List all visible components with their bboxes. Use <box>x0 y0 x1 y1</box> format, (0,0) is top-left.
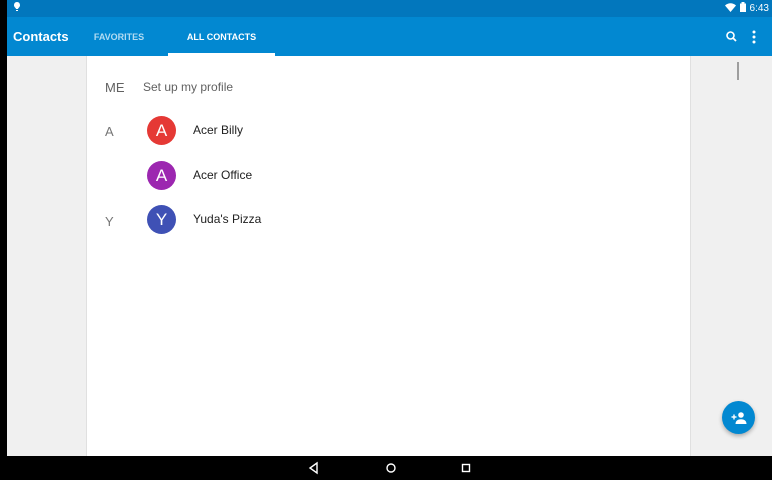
recents-button[interactable] <box>458 460 474 476</box>
status-icons: 6:43 <box>724 2 769 15</box>
profile-section-label: ME <box>105 80 125 95</box>
back-icon <box>308 461 318 475</box>
contact-item[interactable]: A Acer Billy <box>147 116 447 148</box>
status-time: 6:43 <box>749 2 769 14</box>
contacts-list: ME Set up my profile A A Acer Billy A Ac… <box>86 56 691 456</box>
app-bar: Contacts FAVORITES ALL CONTACTS <box>7 17 772 56</box>
avatar: Y <box>147 205 176 234</box>
app-title: Contacts <box>13 29 69 44</box>
battery-icon <box>739 2 746 15</box>
device-frame: 6:43 Contacts FAVORITES ALL CONTACTS ME <box>0 0 772 480</box>
section-letter-y: Y <box>105 214 114 229</box>
recents-icon <box>461 463 471 473</box>
add-contact-button[interactable] <box>722 401 755 434</box>
navigation-bar <box>7 456 772 480</box>
search-button[interactable] <box>723 28 741 46</box>
more-vert-icon <box>752 30 756 44</box>
avatar: A <box>147 116 176 145</box>
contact-name: Acer Billy <box>193 123 244 137</box>
status-bar: 6:43 <box>7 0 772 17</box>
add-person-icon <box>731 411 746 424</box>
home-icon <box>386 463 396 473</box>
wifi-icon <box>724 2 736 15</box>
contact-item[interactable]: A Acer Office <box>147 161 447 193</box>
screen: 6:43 Contacts FAVORITES ALL CONTACTS ME <box>7 0 772 480</box>
notification-icon <box>13 2 21 15</box>
search-icon <box>726 31 737 42</box>
scrollbar[interactable] <box>737 62 739 80</box>
overflow-menu-button[interactable] <box>747 28 761 46</box>
setup-profile-link[interactable]: Set up my profile <box>143 80 233 94</box>
contact-name: Yuda's Pizza <box>193 212 262 226</box>
back-button[interactable] <box>306 460 322 476</box>
section-letter-a: A <box>105 124 114 139</box>
tab-all-contacts[interactable]: ALL CONTACTS <box>168 17 275 56</box>
home-button[interactable] <box>383 460 399 476</box>
tab-favorites[interactable]: FAVORITES <box>77 17 161 56</box>
contact-name: Acer Office <box>193 168 253 182</box>
contact-item[interactable]: Y Yuda's Pizza <box>147 205 447 237</box>
avatar: A <box>147 161 176 190</box>
